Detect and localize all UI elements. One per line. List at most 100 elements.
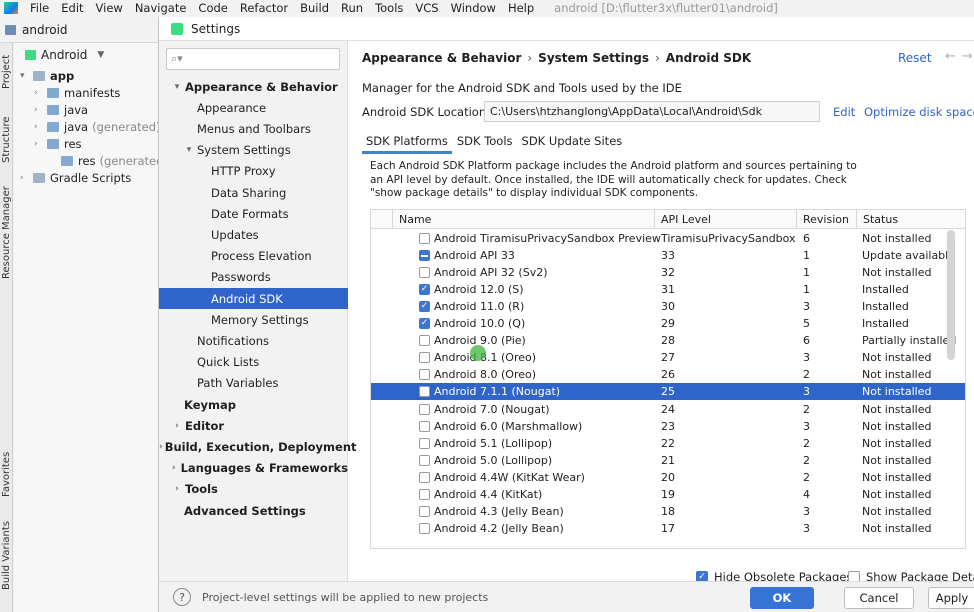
ok-button[interactable]: OK — [750, 587, 814, 609]
table-row[interactable]: Android 9.0 (Pie) 28 6 Partially installed — [371, 332, 965, 349]
chevron-icon[interactable]: ▾ — [20, 71, 30, 81]
nav-item-keymap[interactable]: Keymap — [159, 394, 348, 415]
checkbox-unchecked-icon[interactable] — [419, 488, 430, 500]
menu-item-help[interactable]: Help — [502, 1, 540, 15]
nav-item-path-variables[interactable]: Path Variables — [159, 373, 348, 394]
table-row[interactable]: Android 8.0 (Oreo) 26 2 Not installed — [371, 366, 965, 383]
chevron-right-icon[interactable]: › — [159, 442, 163, 452]
chevron-icon[interactable]: › — [34, 105, 44, 115]
chevron-icon[interactable]: › — [34, 122, 44, 132]
checkbox-checked-icon[interactable]: ✓ — [419, 318, 430, 330]
checkbox-checked-icon[interactable]: ✓ — [419, 284, 430, 296]
checkbox-unchecked-icon[interactable] — [419, 369, 430, 381]
checkbox-unchecked-icon[interactable] — [419, 352, 430, 364]
chevron-down-icon[interactable]: ▾ — [171, 82, 183, 92]
nav-item-quick-lists[interactable]: Quick Lists — [159, 352, 348, 373]
tree-item[interactable]: › res — [34, 135, 82, 152]
menu-item-file[interactable]: File — [24, 1, 55, 15]
checkbox-checked-icon[interactable]: ✓ — [419, 301, 430, 313]
nav-item-tools[interactable]: › Tools — [159, 479, 348, 500]
nav-item-android-sdk[interactable]: Android SDK — [159, 288, 348, 309]
menu-item-view[interactable]: View — [90, 1, 129, 15]
table-row[interactable]: Android 8.1 (Oreo) 27 3 Not installed — [371, 349, 965, 366]
menu-item-run[interactable]: Run — [335, 1, 369, 15]
checkbox-unchecked-icon[interactable] — [419, 522, 430, 534]
menu-item-tools[interactable]: Tools — [369, 1, 409, 15]
chevron-right-icon[interactable]: › — [171, 484, 183, 494]
table-row[interactable]: Android TiramisuPrivacySandbox Preview Ti… — [371, 230, 965, 247]
optimize-disk-space-link[interactable]: Optimize disk space — [864, 105, 974, 119]
tree-item[interactable]: › Gradle Scripts — [20, 169, 131, 186]
nav-item-passwords[interactable]: Passwords — [159, 267, 348, 288]
nav-item-appearance[interactable]: Appearance — [159, 97, 348, 118]
apply-button[interactable]: Apply — [928, 587, 974, 609]
table-row[interactable]: Android 5.1 (Lollipop) 22 2 Not installed — [371, 435, 965, 452]
nav-item-notifications[interactable]: Notifications — [159, 330, 348, 351]
tool-tab-build-variants[interactable]: Build Variants — [0, 518, 13, 594]
menu-item-navigate[interactable]: Navigate — [129, 1, 193, 15]
table-row[interactable]: Android API 32 (Sv2) 32 1 Not installed — [371, 264, 965, 281]
reset-link[interactable]: Reset — [898, 51, 932, 65]
menu-item-build[interactable]: Build — [294, 1, 335, 15]
table-row[interactable]: Android 7.1.1 (Nougat) 25 3 Not installed — [371, 383, 965, 401]
nav-item-system-settings[interactable]: ▾ System Settings — [159, 140, 348, 161]
nav-item-menus-and-toolbars[interactable]: Menus and Toolbars — [159, 118, 348, 139]
checkbox-unchecked-icon[interactable] — [419, 335, 430, 347]
chevron-right-icon[interactable]: › — [169, 463, 179, 473]
tool-tab-favorites[interactable]: Favorites — [0, 443, 13, 505]
chevron-down-icon[interactable]: ▼ — [97, 50, 104, 60]
tab-sdk-update-sites[interactable]: SDK Update Sites — [518, 130, 627, 154]
checkbox-unchecked-icon[interactable] — [419, 403, 430, 415]
tree-item[interactable]: › java (generated) — [34, 118, 160, 135]
nav-item-updates[interactable]: Updates — [159, 224, 348, 245]
table-row[interactable]: Android 4.3 (Jelly Bean) 18 3 Not installed — [371, 503, 965, 520]
menu-item-code[interactable]: Code — [192, 1, 233, 15]
table-row[interactable]: ✓ Android 12.0 (S) 31 1 Installed — [371, 281, 965, 298]
checkbox-unchecked-icon[interactable] — [419, 386, 430, 398]
nav-item-editor[interactable]: › Editor — [159, 415, 348, 436]
back-forward-icons[interactable]: ←→ — [945, 49, 974, 64]
table-row[interactable]: Android 5.0 (Lollipop) 21 2 Not installed — [371, 452, 965, 469]
chevron-icon[interactable]: › — [34, 88, 44, 98]
column-header-revision[interactable]: Revision — [797, 210, 857, 229]
checkbox-partial-icon[interactable] — [419, 250, 430, 262]
nav-item-memory-settings[interactable]: Memory Settings — [159, 309, 348, 330]
tool-tab-structure[interactable]: Structure — [0, 111, 13, 169]
chevron-down-icon[interactable]: ▾ — [183, 145, 195, 155]
chevron-right-icon[interactable]: › — [171, 421, 183, 431]
checkbox-unchecked-icon[interactable] — [419, 233, 430, 244]
checkbox-unchecked-icon[interactable] — [419, 267, 430, 279]
nav-item-http-proxy[interactable]: HTTP Proxy — [159, 161, 348, 182]
column-header-name[interactable]: Name — [393, 210, 655, 229]
tree-item[interactable]: › java — [34, 101, 88, 118]
tree-item[interactable]: res (generated) — [48, 152, 168, 169]
checkbox-unchecked-icon[interactable] — [419, 454, 430, 466]
checkbox-unchecked-icon[interactable] — [419, 437, 430, 449]
tool-tab-resource-manager[interactable]: Resource Manager — [0, 185, 13, 281]
cancel-button[interactable]: Cancel — [844, 587, 914, 609]
table-row[interactable]: Android API 33 33 1 Update available — [371, 247, 965, 264]
menu-item-refactor[interactable]: Refactor — [234, 1, 294, 15]
menu-item-vcs[interactable]: VCS — [409, 1, 444, 15]
checkbox-unchecked-icon[interactable] — [419, 420, 430, 432]
table-row[interactable]: ✓ Android 10.0 (Q) 29 5 Installed — [371, 315, 965, 332]
nav-item-build-execution-deployment[interactable]: › Build, Execution, Deployment — [159, 436, 357, 457]
table-row[interactable]: Android 4.4W (KitKat Wear) 20 2 Not install… — [371, 469, 965, 486]
checkbox-unchecked-icon[interactable] — [419, 471, 430, 483]
chevron-icon[interactable]: › — [34, 139, 44, 149]
table-row[interactable]: Android 4.4 (KitKat) 19 4 Not installed — [371, 486, 965, 503]
nav-item-data-sharing[interactable]: Data Sharing — [159, 182, 348, 203]
table-row[interactable]: Android 4.2 (Jelly Bean) 17 3 Not installed — [371, 520, 965, 537]
table-scrollbar[interactable] — [947, 230, 955, 360]
help-icon[interactable]: ? — [173, 588, 191, 606]
nav-item-date-formats[interactable]: Date Formats — [159, 203, 348, 224]
tool-tab-project[interactable]: Project — [0, 49, 13, 95]
column-header-status[interactable]: Status — [857, 210, 965, 229]
nav-item-process-elevation[interactable]: Process Elevation — [159, 246, 348, 267]
column-header-api-level[interactable]: API Level — [655, 210, 797, 229]
sdk-location-field[interactable]: C:\Users\htzhanglong\AppData\Local\Andro… — [484, 101, 820, 122]
tab-sdk-tools[interactable]: SDK Tools — [453, 130, 517, 154]
tree-item[interactable]: › manifests — [34, 84, 120, 101]
tree-item[interactable]: ▾ app — [20, 67, 74, 84]
table-row[interactable]: Android 6.0 (Marshmallow) 23 3 Not installe… — [371, 418, 965, 435]
